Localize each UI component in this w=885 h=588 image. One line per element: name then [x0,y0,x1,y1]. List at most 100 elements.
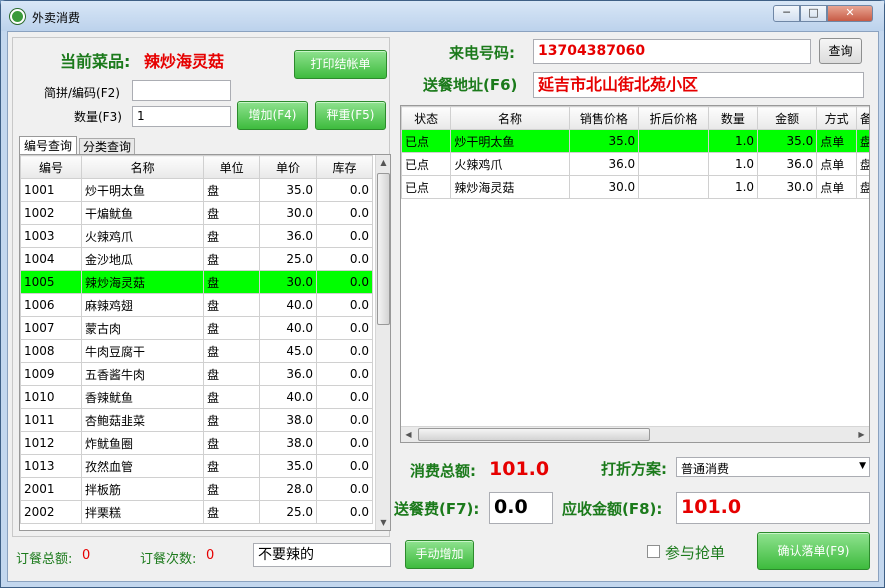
left-table-cell: 0.0 [316,408,373,432]
left-table-header-2[interactable]: 单位 [203,155,261,179]
left-table-row[interactable]: 2002 拌栗糕盘 25.0 0.0 [20,500,373,524]
close-button[interactable]: ✕ [827,5,873,22]
right-table-cell: 36.0 [568,152,640,176]
search-button[interactable]: 查询 [819,38,862,64]
add-button[interactable]: 增加(F4) [237,101,308,130]
right-table-cell: 炒干明太鱼 [450,129,570,153]
amount-due-input[interactable]: 101.0 [676,492,870,524]
manual-add-button[interactable]: 手动增加 [405,540,474,569]
order-total-label: 订餐总额: [16,552,73,567]
right-table-cell: 点单 [816,175,857,199]
scroll-left-arrow-icon[interactable]: ◀ [401,427,416,442]
qty-label: 数量(F3) [74,110,122,124]
code-input[interactable] [132,80,231,101]
weigh-button[interactable]: 秤重(F5) [315,101,386,130]
left-table-cell: 1011 [20,408,83,432]
order-table-hscrollbar[interactable]: ◀ ▶ [401,426,869,442]
left-table-cell: 辣炒海灵菇 [81,270,205,294]
right-table-header-6[interactable]: 方式 [816,106,857,130]
scroll-down-arrow-icon[interactable]: ▼ [376,515,390,530]
address-input[interactable]: 延吉市北山街北苑小区 [533,72,864,98]
left-table-cell: 35.0 [259,178,318,202]
left-table-row[interactable]: 1009 五香酱牛肉盘 36.0 0.0 [20,362,373,386]
right-table-header-7[interactable]: 备 [855,106,869,130]
dish-table-container: 编号 名称 单位 单价 库存 1001 炒干明太鱼盘 35.0 0.0 1002 干煸鱿鱼盘 30.… [19,154,391,531]
right-table-cell [638,129,709,153]
left-table-cell: 38.0 [259,408,318,432]
right-table-cell: 已点 [401,175,452,199]
left-table-cell: 1002 [20,201,83,225]
left-table-row[interactable]: 1005 辣炒海灵菇盘 30.0 0.0 [20,270,373,294]
grab-order-checkbox[interactable] [647,545,660,558]
right-table-header-0[interactable]: 状态 [401,106,452,130]
left-table-row[interactable]: 1008 牛肉豆腐干盘 45.0 0.0 [20,339,373,363]
order-table-container: 状态名称销售价格折后价格数量金额方式备 已点炒干明太鱼35.01.035.0点单… [400,105,870,443]
left-table-cell: 1005 [20,270,83,294]
scroll-thumb[interactable] [377,173,390,325]
left-table-row[interactable]: 1001 炒干明太鱼盘 35.0 0.0 [20,178,373,202]
left-table-row[interactable]: 1013 孜然血管盘 35.0 0.0 [20,454,373,478]
right-table-header-5[interactable]: 金额 [757,106,818,130]
title-bar: 外卖消费 ─ □ ✕ [1,1,884,31]
tab-code-search[interactable]: 编号查询 [19,136,77,155]
right-table-header-1[interactable]: 名称 [450,106,570,130]
discount-select[interactable]: 普通消费 ▼ [676,457,870,477]
left-table-row[interactable]: 1004 金沙地瓜盘 25.0 0.0 [20,247,373,271]
left-table-header-1[interactable]: 名称 [81,155,205,179]
hscroll-thumb[interactable] [418,428,650,441]
left-table-row[interactable]: 1007 蒙古肉盘 40.0 0.0 [20,316,373,340]
confirm-order-button[interactable]: 确认落单(F9) [757,532,870,570]
scroll-up-arrow-icon[interactable]: ▲ [376,155,390,170]
current-dish-label: 当前菜品: [60,52,131,71]
left-table-row[interactable]: 1003 火辣鸡爪盘 36.0 0.0 [20,224,373,248]
right-table-header-2[interactable]: 销售价格 [568,106,640,130]
left-table-cell: 0.0 [316,339,373,363]
app-window: 外卖消费 ─ □ ✕ 当前菜品: 辣炒海灵菇 打印结帐单 简拼/编码(F2) 数… [0,0,885,588]
delivery-fee-label: 送餐费(F7): [394,500,480,518]
maximize-button[interactable]: □ [800,5,827,22]
left-table-row[interactable]: 1012 炸鱿鱼圈盘 38.0 0.0 [20,431,373,455]
total-value: 101.0 [489,458,550,480]
left-table-row[interactable]: 1010 香辣鱿鱼盘 40.0 0.0 [20,385,373,409]
right-table-row[interactable]: 已点炒干明太鱼35.01.035.0点单盘 [401,129,869,153]
left-table-cell: 0.0 [316,293,373,317]
right-table-cell: 1.0 [707,129,759,153]
right-table-row[interactable]: 已点火辣鸡爪36.01.036.0点单盘 [401,152,869,176]
left-table-cell: 盘 [203,201,261,225]
right-table-header-3[interactable]: 折后价格 [638,106,709,130]
left-table-header-3[interactable]: 单价 [259,155,318,179]
left-table-header-4[interactable]: 库存 [316,155,373,179]
qty-input[interactable]: 1 [132,106,231,127]
app-logo-icon [10,9,25,24]
chevron-down-icon: ▼ [859,461,866,471]
right-table-cell: 已点 [401,152,452,176]
left-table-cell: 金沙地瓜 [81,247,205,271]
left-table-cell: 盘 [203,293,261,317]
print-bill-button[interactable]: 打印结帐单 [294,50,387,79]
left-table-cell: 盘 [203,500,261,524]
phone-input[interactable]: 13704387060 [533,39,811,64]
note-input[interactable]: 不要辣的 [253,543,391,567]
left-table-cell: 杏鲍菇韭菜 [81,408,205,432]
tab-category-search[interactable]: 分类查询 [79,138,135,155]
left-table-cell: 0.0 [316,431,373,455]
left-table-header-0[interactable]: 编号 [20,155,83,179]
left-table-cell: 盘 [203,408,261,432]
right-table-cell: 辣炒海灵菇 [450,175,570,199]
right-table-row[interactable]: 已点辣炒海灵菇30.01.030.0点单盘 [401,175,869,199]
scroll-right-arrow-icon[interactable]: ▶ [854,427,869,442]
left-table-row[interactable]: 1011 杏鲍菇韭菜盘 38.0 0.0 [20,408,373,432]
right-table-header-4[interactable]: 数量 [707,106,759,130]
minimize-button[interactable]: ─ [773,5,800,22]
current-dish-value: 辣炒海灵菇 [144,52,225,71]
left-table-cell: 38.0 [259,431,318,455]
left-table-cell: 麻辣鸡翅 [81,293,205,317]
dish-table-scrollbar[interactable]: ▲ ▼ [375,155,390,530]
left-table-cell: 0.0 [316,362,373,386]
left-table-row[interactable]: 1006 麻辣鸡翅盘 40.0 0.0 [20,293,373,317]
left-table-row[interactable]: 1002 干煸鱿鱼盘 30.0 0.0 [20,201,373,225]
delivery-fee-input[interactable]: 0.0 [489,492,553,524]
grab-order-label: 参与抢单 [665,544,726,562]
left-table-cell: 炸鱿鱼圈 [81,431,205,455]
left-table-row[interactable]: 2001 拌板筋盘 28.0 0.0 [20,477,373,501]
